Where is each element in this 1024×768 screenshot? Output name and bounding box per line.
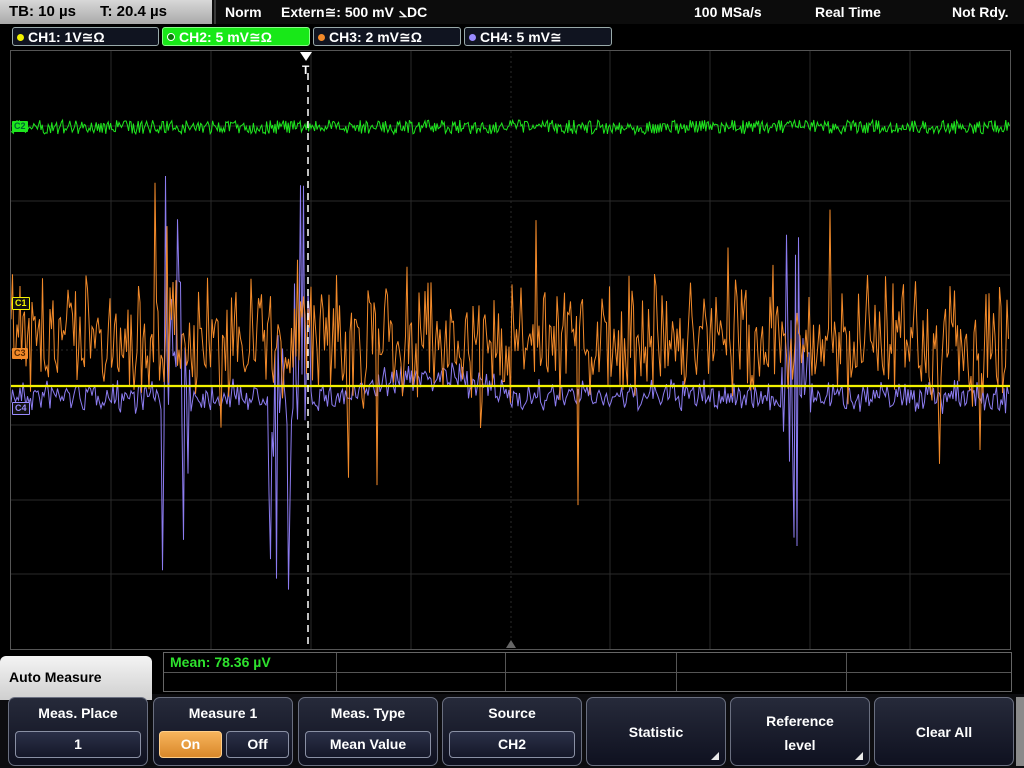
source-value[interactable]: CH2 [449, 731, 575, 758]
meas-place-value[interactable]: 1 [15, 731, 141, 758]
trigger-time-value: T: 20.4 µs [100, 3, 168, 20]
trigger-mode[interactable]: Norm [225, 4, 262, 20]
tab-ch2[interactable]: CH2: 5 mV≅Ω [162, 27, 310, 46]
source-key[interactable]: Source CH2 [442, 697, 582, 766]
ch3-dot-icon [318, 34, 325, 41]
meas-place-label: Meas. Place [38, 705, 118, 721]
ch2-label: CH2: 5 mV≅Ω [179, 29, 272, 45]
trigger-edge: ⦣DC [399, 4, 428, 20]
acquisition-state: Not Rdy. [952, 4, 1009, 20]
reference-level-line1: Reference [766, 713, 834, 729]
meas-type-label: Meas. Type [330, 705, 406, 721]
ch3-trace [11, 182, 1009, 506]
timebase-value: TB: 10 µs [9, 3, 76, 20]
submenu-arrow-icon [711, 752, 719, 760]
acquisition-mode: Real Time [815, 4, 881, 20]
measure1-on-button[interactable]: On [159, 731, 222, 758]
ch4-dot-icon [469, 34, 476, 41]
measure1-label: Measure 1 [188, 705, 258, 721]
measure1-off-button[interactable]: Off [226, 731, 289, 758]
ch1-dot-icon [17, 34, 24, 41]
menu-title: Auto Measure [0, 656, 152, 700]
divider [676, 653, 677, 691]
trigger-arrow-icon[interactable] [300, 52, 312, 61]
tab-ch3[interactable]: CH3: 2 mV≅Ω [313, 27, 461, 46]
ch1-label: CH1: 1V≅Ω [28, 29, 105, 45]
trigger-marker-label: T [302, 63, 310, 77]
meas-type-value[interactable]: Mean Value [305, 731, 431, 758]
center-marker-icon [506, 640, 516, 648]
waveform-display[interactable] [10, 50, 1011, 650]
measurement-result: Mean: 78.36 µV [170, 654, 271, 670]
measure1-key[interactable]: Measure 1 On Off [153, 697, 293, 766]
reference-level-line2: level [784, 737, 816, 753]
clear-all-button[interactable]: Clear All [874, 697, 1014, 766]
statistic-button[interactable]: Statistic [586, 697, 726, 766]
divider [505, 653, 506, 691]
ch4-level-marker[interactable]: C4 [12, 402, 30, 415]
statistic-label: Statistic [628, 724, 684, 740]
divider [214, 0, 216, 24]
submenu-arrow-icon [855, 752, 863, 760]
divider [336, 653, 337, 691]
waveform-canvas [11, 51, 1010, 649]
ch2-trace [11, 118, 1010, 136]
sample-rate: 100 MSa/s [694, 4, 762, 20]
ch1-level-marker[interactable]: C1 [12, 297, 30, 310]
scroll-handle[interactable] [1016, 697, 1024, 766]
ch2-level-marker[interactable]: C2 [12, 121, 28, 132]
ch3-label: CH3: 2 mV≅Ω [329, 29, 422, 45]
clear-all-label: Clear All [915, 724, 973, 740]
meas-type-key[interactable]: Meas. Type Mean Value [298, 697, 438, 766]
trigger-source[interactable]: Extern≅: 500 mV [281, 4, 394, 21]
source-label: Source [488, 705, 536, 721]
grid-lines [11, 51, 1010, 649]
ch2-dot-icon [167, 33, 175, 41]
timebase-box[interactable]: TB: 10 µs T: 20.4 µs [0, 0, 212, 24]
tab-ch4[interactable]: CH4: 5 mV≅ [464, 27, 612, 46]
measurement-results: Mean: 78.36 µV [163, 652, 1012, 692]
measurement-row [164, 653, 1011, 673]
reference-level-button[interactable]: Reference level [730, 697, 870, 766]
ch3-level-marker[interactable]: C3 [12, 348, 28, 359]
meas-place-key[interactable]: Meas. Place 1 [8, 697, 148, 766]
divider [846, 653, 847, 691]
tab-ch1[interactable]: CH1: 1V≅Ω [12, 27, 159, 46]
ch4-label: CH4: 5 mV≅ [480, 29, 562, 45]
